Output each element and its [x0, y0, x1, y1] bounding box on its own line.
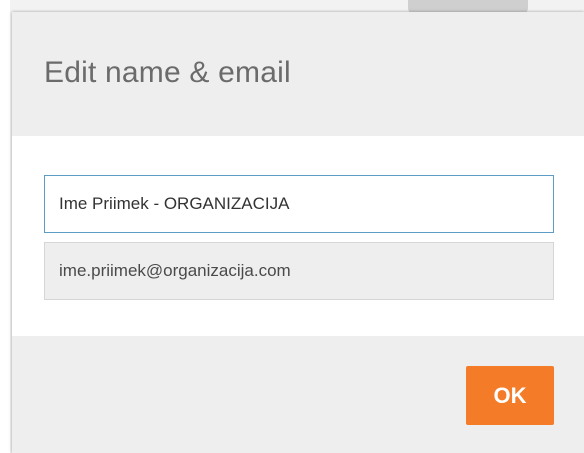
- email-field[interactable]: [44, 242, 554, 300]
- dialog-body: [12, 136, 584, 336]
- backdrop-left-edge: [0, 0, 10, 453]
- ok-button[interactable]: OK: [466, 366, 554, 425]
- edit-name-email-dialog: Edit name & email OK: [12, 12, 584, 453]
- name-input[interactable]: [44, 175, 554, 233]
- dialog-header: Edit name & email: [12, 12, 584, 136]
- dialog-footer: OK: [12, 336, 584, 453]
- dialog-title: Edit name & email: [44, 56, 291, 89]
